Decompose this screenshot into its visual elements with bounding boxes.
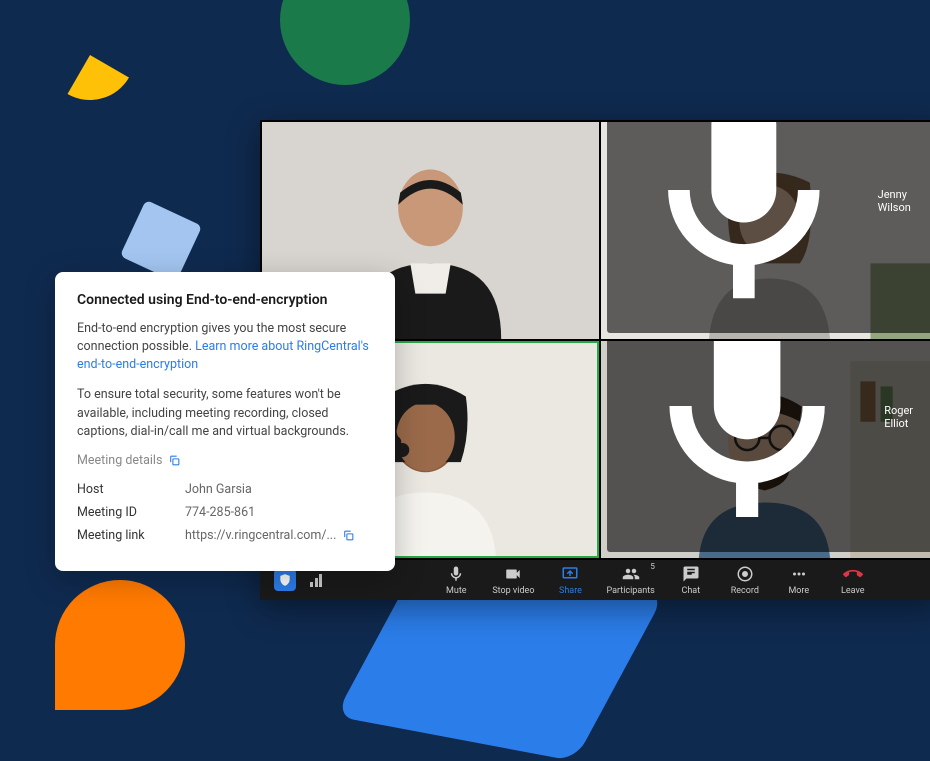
record-button[interactable]: Record — [721, 560, 769, 600]
meeting-id-row: Meeting ID 774-285-861 — [77, 505, 373, 520]
name-tag-2: Jenny Wilson — [607, 122, 930, 333]
more-button[interactable]: More — [775, 560, 823, 600]
decor-yellow-shape — [35, 0, 145, 110]
meeting-details-link[interactable]: Meeting details — [77, 453, 373, 468]
signal-bar-icon — [315, 578, 318, 587]
copy-icon — [168, 454, 181, 467]
camera-icon — [503, 564, 523, 584]
participant-name-2: Jenny Wilson — [878, 188, 930, 214]
signal-strength-button[interactable] — [310, 573, 322, 587]
more-icon — [789, 564, 809, 584]
meeting-link-row: Meeting link https://v.ringcentral.com/.… — [77, 528, 373, 543]
signal-bar-icon — [319, 574, 322, 587]
record-label: Record — [731, 586, 759, 596]
chat-icon — [681, 564, 701, 584]
share-label: Share — [559, 586, 582, 596]
name-tag-4: Roger Elliot — [607, 341, 930, 552]
shield-icon — [278, 573, 292, 587]
share-screen-icon — [560, 564, 580, 584]
participants-label: Participants — [606, 586, 654, 596]
mic-icon — [614, 341, 880, 550]
meeting-details-label: Meeting details — [77, 453, 162, 468]
popover-title: Connected using End-to-end-encryption — [77, 292, 373, 308]
popover-description-1: End-to-end encryption gives you the most… — [77, 320, 373, 374]
record-icon — [735, 564, 755, 584]
meeting-id-label: Meeting ID — [77, 505, 185, 520]
hangup-icon — [843, 564, 863, 584]
video-tile-4[interactable]: Roger Elliot — [601, 341, 930, 558]
host-label: Host — [77, 482, 185, 497]
encryption-popover: Connected using End-to-end-encryption En… — [55, 272, 395, 571]
leave-label: Leave — [841, 586, 865, 596]
mute-label: Mute — [446, 586, 467, 596]
participants-button[interactable]: 5 Participants — [600, 560, 660, 600]
host-value: John Garsia — [185, 482, 373, 497]
video-tile-2[interactable]: Jenny Wilson — [601, 122, 930, 339]
participant-name-4: Roger Elliot — [884, 404, 930, 430]
host-row: Host John Garsia — [77, 482, 373, 497]
copy-link-icon[interactable] — [342, 529, 355, 542]
meeting-link-label: Meeting link — [77, 528, 185, 543]
people-icon — [621, 564, 641, 584]
leave-button[interactable]: Leave — [829, 560, 877, 600]
mute-button[interactable]: Mute — [432, 560, 480, 600]
decor-orange-drop — [55, 580, 185, 710]
meeting-id-value: 774-285-861 — [185, 505, 373, 520]
decor-green-circle — [280, 0, 410, 85]
more-label: More — [788, 586, 809, 596]
participants-count-badge: 5 — [650, 562, 655, 571]
chat-label: Chat — [681, 586, 700, 596]
microphone-icon — [446, 564, 466, 584]
share-button[interactable]: Share — [546, 560, 594, 600]
signal-bar-icon — [310, 582, 313, 587]
encryption-shield-button[interactable] — [274, 569, 296, 591]
mic-icon — [614, 122, 874, 331]
decor-lightblue-square — [120, 200, 202, 282]
chat-button[interactable]: Chat — [667, 560, 715, 600]
meeting-link-value: https://v.ringcentral.com/... — [185, 528, 336, 543]
stop-video-label: Stop video — [492, 586, 534, 596]
popover-description-2: To ensure total security, some features … — [77, 386, 373, 440]
stop-video-button[interactable]: Stop video — [486, 560, 540, 600]
